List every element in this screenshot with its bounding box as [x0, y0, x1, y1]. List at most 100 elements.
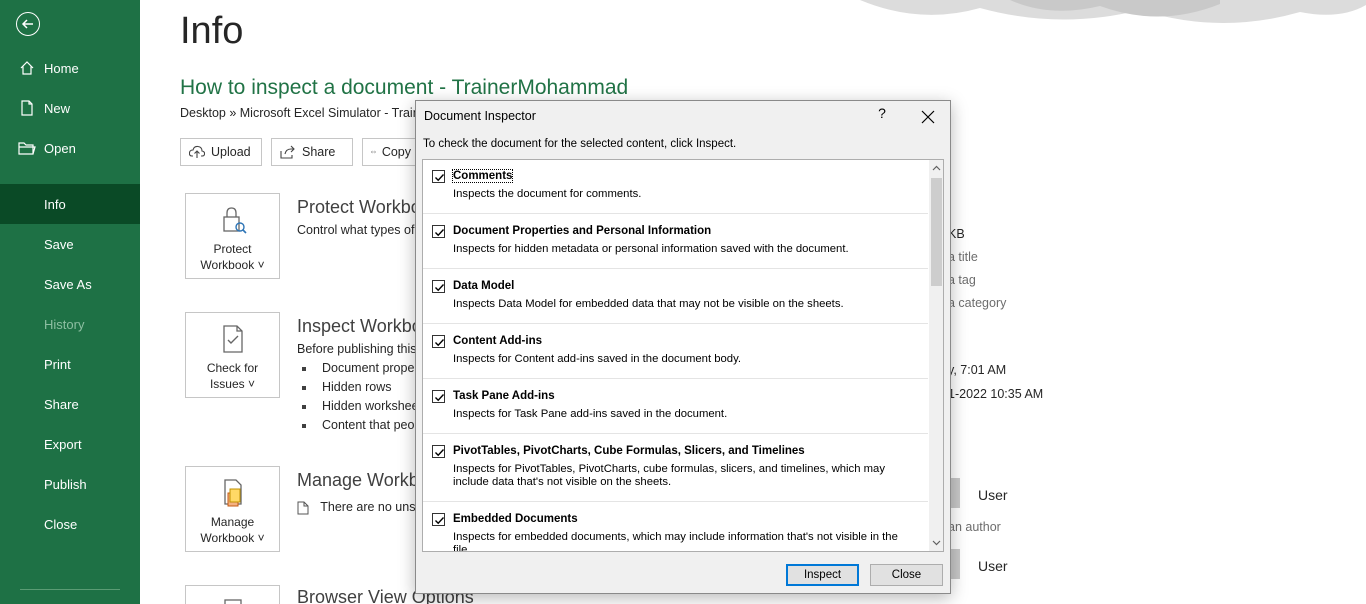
sidebar-item-open[interactable]: Open [0, 128, 140, 168]
page-title: Info [180, 10, 244, 52]
property-created: 1-2022 10:35 AM [948, 387, 1044, 401]
copy-path-label: Copy [381, 145, 411, 159]
document-properties-checkbox[interactable] [432, 225, 445, 238]
property-title[interactable]: a title [948, 250, 978, 264]
manage-card-line2-row: Workbook ˅ [186, 530, 279, 546]
back-arrow-icon[interactable] [16, 12, 40, 36]
document-inspector-dialog: Document Inspector ? To check the docume… [415, 100, 951, 594]
inspect-bullet: Hidden worksheets [300, 399, 428, 413]
bullet-text: Hidden worksheets [322, 399, 429, 413]
check-card-line2: Issues [209, 377, 245, 391]
scroll-down-icon[interactable] [929, 535, 943, 551]
upload-icon [189, 145, 205, 158]
task-pane-addins-checkbox[interactable] [432, 390, 445, 403]
protect-workbook-button[interactable]: Protect Workbook ˅ [185, 193, 280, 279]
sidebar-item-info[interactable]: Info [0, 184, 140, 224]
manage-card-line2: Workbook [200, 531, 255, 545]
copy-path-button[interactable]: Copy [362, 138, 422, 166]
content-addins-checkbox[interactable] [432, 335, 445, 348]
checklist-icon [222, 325, 243, 353]
document-icon [297, 501, 309, 515]
item-title: Content Add-ins [453, 335, 543, 347]
browser-view-options-button[interactable] [185, 585, 280, 604]
property-categories[interactable]: a category [948, 296, 1006, 310]
sidebar-item-label: Save [44, 236, 74, 252]
list-item: Data Model Inspects Data Model for embed… [423, 269, 928, 324]
dialog-instruction: To check the document for the selected c… [423, 138, 737, 150]
lock-icon [222, 207, 247, 234]
browser-view-icon [223, 599, 242, 604]
check-for-issues-button[interactable]: Check for Issues ˅ [185, 312, 280, 398]
protect-card-line2-row: Workbook ˅ [186, 257, 279, 273]
upload-button[interactable]: Upload [180, 138, 262, 166]
sidebar-item-save-as[interactable]: Save As [0, 264, 140, 304]
sidebar-item-print[interactable]: Print [0, 344, 140, 384]
property-tags[interactable]: a tag [948, 273, 976, 287]
share-icon [280, 145, 295, 159]
list-item: Comments Inspects the document for comme… [423, 160, 928, 214]
item-title: Document Properties and Personal Informa… [453, 225, 712, 237]
last-modified-by-name: User [978, 558, 1008, 574]
sidebar-item-label: Export [44, 436, 82, 452]
manage-workbook-button[interactable]: Manage Workbook ˅ [185, 466, 280, 552]
link-icon [371, 150, 376, 154]
chevron-down-icon: ˅ [248, 377, 256, 391]
item-description: Inspects for Content add-ins saved in th… [453, 353, 742, 365]
folder-icon [18, 141, 36, 155]
list-item: PivotTables, PivotCharts, Cube Formulas,… [423, 434, 928, 502]
list-item: Task Pane Add-ins Inspects for Task Pane… [423, 379, 928, 434]
checkmark-icon [435, 517, 445, 525]
scrollbar-thumb[interactable] [931, 178, 942, 286]
checkmark-icon [435, 174, 445, 182]
list-scrollbar[interactable] [929, 160, 943, 551]
inspection-list[interactable]: Comments Inspects the document for comme… [422, 159, 944, 552]
document-path-breadcrumb[interactable]: Desktop » Microsoft Excel Simulator - Tr… [180, 106, 431, 120]
item-description: Inspects for hidden metadata or personal… [453, 243, 849, 255]
close-button[interactable]: Close [870, 564, 943, 586]
item-description: Inspects for PivotTables, PivotCharts, c… [453, 463, 885, 488]
list-item: Document Properties and Personal Informa… [423, 214, 928, 269]
home-icon [18, 60, 36, 76]
decorative-background-art [860, 0, 1366, 24]
pivottables-checkbox[interactable] [432, 445, 445, 458]
item-description: Inspects the document for comments. [453, 188, 642, 200]
sidebar-item-label: Close [44, 516, 78, 532]
new-document-icon [18, 100, 36, 116]
sidebar-divider [20, 589, 120, 590]
share-button[interactable]: Share [271, 138, 353, 166]
checkmark-icon [435, 449, 445, 457]
item-description: Inspects for Task Pane add-ins saved in … [453, 408, 728, 420]
sidebar-item-publish[interactable]: Publish [0, 464, 140, 504]
upload-label: Upload [211, 145, 251, 159]
item-title: Data Model [453, 280, 515, 292]
chevron-down-icon: ˅ [257, 531, 265, 545]
embedded-documents-checkbox[interactable] [432, 513, 445, 526]
close-icon[interactable] [916, 106, 940, 128]
sidebar-item-share[interactable]: Share [0, 384, 140, 424]
sidebar-item-close[interactable]: Close [0, 504, 140, 544]
add-author-link[interactable]: an author [948, 520, 1001, 534]
data-model-checkbox[interactable] [432, 280, 445, 293]
inspect-bullet: Content that people [300, 418, 431, 432]
sidebar-item-save[interactable]: Save [0, 224, 140, 264]
scroll-up-icon[interactable] [929, 160, 943, 176]
dialog-title: Document Inspector [424, 109, 536, 123]
sidebar-item-home[interactable]: Home [0, 48, 140, 88]
check-card-line2-row: Issues ˅ [186, 376, 279, 392]
sidebar-item-new[interactable]: New [0, 88, 140, 128]
item-description: Inspects Data Model for embedded data th… [453, 298, 844, 310]
manage-card-line1: Manage [210, 515, 255, 529]
checkmark-icon [435, 284, 445, 292]
protect-card-line1: Protect [213, 242, 252, 256]
inspect-button[interactable]: Inspect [786, 564, 859, 586]
item-title: Comments [451, 169, 514, 183]
comments-checkbox[interactable] [432, 170, 445, 183]
sidebar-item-export[interactable]: Export [0, 424, 140, 464]
document-title: How to inspect a document - TrainerMoham… [180, 76, 629, 99]
sidebar-item-label: History [44, 316, 85, 332]
help-button[interactable]: ? [872, 105, 892, 127]
checkmark-icon [435, 339, 445, 347]
check-card-line1: Check for [206, 361, 259, 375]
item-title: Embedded Documents [453, 513, 578, 525]
list-item: Embedded Documents Inspects for embedded… [423, 502, 928, 551]
